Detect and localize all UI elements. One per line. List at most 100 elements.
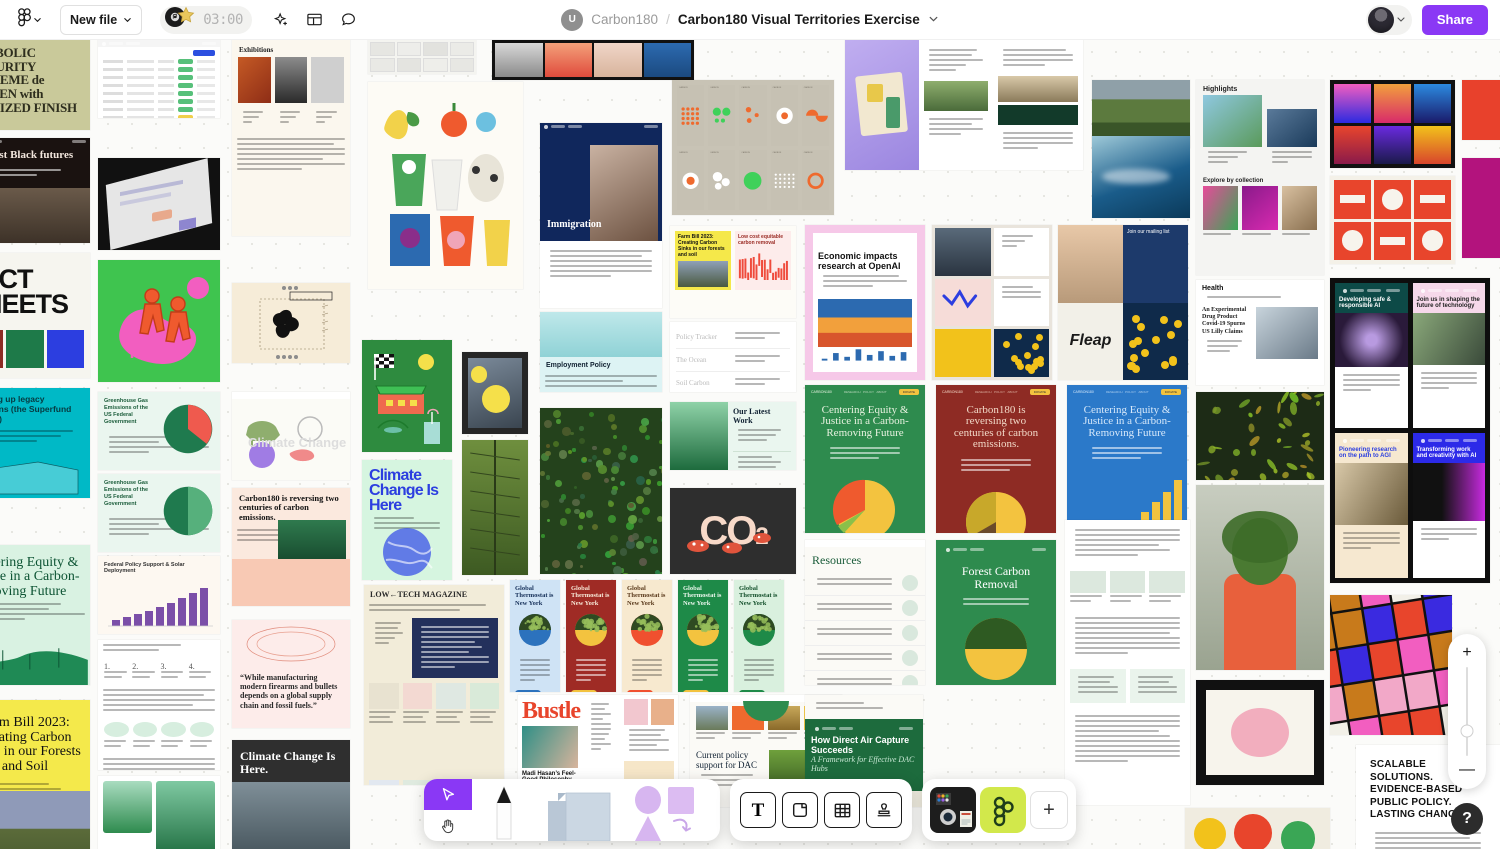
low-tech-magazine-card[interactable]: LOW←TECH MAGAZINE — [364, 585, 504, 785]
framed-pink-card[interactable] — [1196, 680, 1324, 785]
ghg-pie-2-card[interactable]: Greenhouse Gas Emissions of the US Feder… — [98, 474, 220, 552]
highlights-card[interactable]: Highlights Explore by collection — [1196, 80, 1324, 275]
food-illustration-card[interactable] — [1185, 808, 1330, 849]
text-tool-button[interactable]: T — [740, 792, 776, 828]
green-house-card[interactable] — [362, 340, 452, 452]
ghg-pie-1-card[interactable]: Greenhouse Gas Emissions of the US Feder… — [98, 392, 220, 470]
green-duotone-card[interactable] — [98, 776, 220, 849]
global-thermostat-2[interactable]: Global Thermostat is New York — [566, 580, 616, 692]
global-thermostat-4[interactable]: Global Thermostat is New York — [678, 580, 728, 692]
centering-equity-blue-poster[interactable]: CARBON180 RESEARCH POLICY ABOUT DONATE Cent… — [1067, 385, 1187, 533]
figma-menu-button[interactable] — [10, 5, 46, 35]
stamp-icon[interactable] — [866, 792, 902, 828]
immigration-site-card[interactable]: Immigration — [540, 123, 662, 308]
global-thermostat-5[interactable]: Global Thermostat is New York — [734, 580, 784, 692]
magenta-card[interactable] — [1462, 158, 1500, 258]
openai-economic-card[interactable]: Economic impacts research at OpenAI — [805, 225, 925, 380]
botanical-card[interactable] — [1196, 392, 1324, 480]
breadcrumb-file-name[interactable]: Carbon180 Visual Territories Exercise — [678, 12, 920, 27]
co2-mushroom-card[interactable]: CO2 — [670, 488, 796, 574]
pink-poster-card[interactable] — [1462, 80, 1500, 140]
farm-bill-card[interactable]: Farm Bill 2023: Creating Carbon Sinks in… — [0, 700, 90, 849]
manufacturing-quote-card[interactable]: “While manufacturing modern firearms and… — [232, 620, 350, 728]
shapes-icon[interactable] — [624, 779, 720, 841]
our-latest-work-card[interactable]: Our Latest Work — [670, 402, 796, 470]
global-thermostat-3[interactable]: Global Thermostat is New York — [622, 580, 672, 692]
new-file-button[interactable]: New file — [60, 5, 142, 35]
fact-sheets-card[interactable]: FACT SHEETS — [0, 253, 90, 378]
centering-equity-green-card[interactable]: CARBON180Centering Equity & Justice in a… — [0, 545, 90, 685]
zoom-knob[interactable] — [1461, 725, 1474, 738]
polaroid-plugin-icon[interactable] — [930, 787, 976, 833]
chevron-down-icon[interactable] — [928, 11, 939, 29]
select-cursor-icon[interactable] — [424, 779, 472, 810]
carbon180-red-poster[interactable]: CARBON180 RESEARCH POLICY ABOUT DONATE Carb… — [936, 385, 1056, 533]
orange-grid-card[interactable] — [1330, 176, 1455, 264]
climate-change-cow-card[interactable]: Climate Change — [232, 392, 350, 480]
user-menu[interactable] — [1366, 5, 1412, 35]
marker-pen-icon[interactable] — [472, 779, 536, 841]
table-icon[interactable] — [824, 792, 860, 828]
sparkle-icon[interactable] — [266, 5, 296, 35]
zoom-out-button[interactable]: — — [1455, 760, 1479, 780]
portrait-yellow-dot-card[interactable] — [462, 352, 528, 434]
desk-scene-card[interactable] — [845, 40, 1083, 170]
employment-policy-card[interactable]: Employment Policy — [540, 312, 662, 392]
leaf-macro-card[interactable] — [462, 440, 528, 575]
chevron-down-icon — [33, 11, 42, 29]
ocean-photo-card[interactable] — [1092, 136, 1190, 218]
hand-icon[interactable] — [424, 810, 472, 841]
dot-poster-grid-card[interactable]: CARBON CARBON CARBON CARBON CARBON CARBON CARB… — [672, 80, 834, 215]
share-button[interactable]: Share — [1422, 5, 1488, 35]
zoom-slider[interactable]: + — — [1448, 634, 1486, 789]
forest-aerial-card[interactable] — [540, 408, 662, 574]
fan-diagram-card[interactable] — [232, 283, 350, 363]
museum-strip-card[interactable] — [492, 40, 694, 80]
exhibitions-card[interactable]: Exhibitions — [232, 40, 350, 236]
carbon180-peach-card[interactable]: Carbon180 is reversing two centuries of … — [232, 488, 350, 606]
zoom-in-button[interactable]: + — [1455, 643, 1479, 663]
manifest-black-futures-card[interactable]: manifest Black futures — [0, 138, 90, 243]
fund-yourself-card[interactable] — [932, 225, 1052, 380]
top-toolbar: New file 03:00 U Carbon180 / Carbon180 V… — [0, 0, 1500, 40]
fleap-card[interactable]: Join our mailing list Fleap — [1058, 225, 1188, 380]
still-life-card[interactable] — [368, 82, 523, 289]
green-runners-card[interactable] — [98, 260, 220, 382]
forest-carbon-removal-card[interactable]: Forest Carbon Removal — [936, 540, 1056, 685]
dashboard-table-card[interactable] — [98, 40, 220, 118]
svg-text:Climate Change: Climate Change — [248, 435, 346, 450]
museum-grid-top-card[interactable] — [368, 40, 476, 74]
section-icon[interactable] — [782, 792, 818, 828]
help-button[interactable]: ? — [1451, 803, 1483, 835]
centering-equity-green-poster[interactable]: CARBON180 RESEARCH POLICY ABOUT DONATE Cent… — [805, 385, 925, 533]
symbolic-maturity-card[interactable]: SYMBOLIC MATURITY SUPREME de LICHEN with… — [0, 40, 90, 130]
health-card[interactable]: Health An Experimental Drug Product Covid… — [1196, 280, 1324, 385]
colorful-tiles-card[interactable] — [1330, 595, 1452, 735]
report-body-card[interactable] — [1065, 520, 1190, 805]
new-file-label: New file — [70, 13, 117, 27]
legacy-emissions-card[interactable]: Cleaning up legacy emissions (the Superf… — [0, 388, 90, 498]
figjam-plugin-icon[interactable] — [980, 787, 1026, 833]
global-thermostat-1[interactable]: Global Thermostat is New York — [510, 580, 560, 692]
openai-safe-ai-card[interactable]: Developing safe & responsible AI Join us … — [1330, 278, 1490, 583]
report-page-card[interactable]: 1. 2. 3. 4. — [98, 640, 220, 770]
isometric-ui-card[interactable] — [98, 158, 220, 250]
climate-is-here-blue-card[interactable]: Climate Change Is Here — [362, 460, 452, 580]
climate-change-is-here-card[interactable]: Climate Change Is Here. — [232, 740, 350, 849]
comment-icon[interactable] — [334, 5, 364, 35]
layout-icon[interactable] — [300, 5, 330, 35]
board-canvas[interactable]: SYMBOLIC MATURITY SUPREME de LICHEN with… — [0, 40, 1500, 849]
sticky-note-icon[interactable] — [536, 779, 624, 841]
resources-card[interactable]: Resources — [805, 540, 925, 685]
user-avatar — [1368, 7, 1394, 33]
farm-bill-yellow-small-card[interactable]: Farm Bill 2023: Creating Carbon Sinks in… — [670, 226, 796, 318]
timer-widget[interactable]: 03:00 — [160, 6, 252, 34]
policy-tracker-card[interactable]: Policy TrackerThe OceanSoil CarbonCarbon… — [670, 322, 796, 392]
zoom-track[interactable] — [1466, 667, 1468, 756]
plant-head-card[interactable] — [1196, 485, 1324, 670]
add-plugin-label: + — [1043, 800, 1055, 820]
gradient-grid-card[interactable] — [1330, 80, 1455, 168]
federal-policy-card[interactable]: Federal Policy Support & Solar Deploymen… — [98, 556, 220, 634]
breadcrumb-team[interactable]: Carbon180 — [591, 12, 658, 27]
add-plugin-button[interactable]: + — [1030, 791, 1068, 829]
